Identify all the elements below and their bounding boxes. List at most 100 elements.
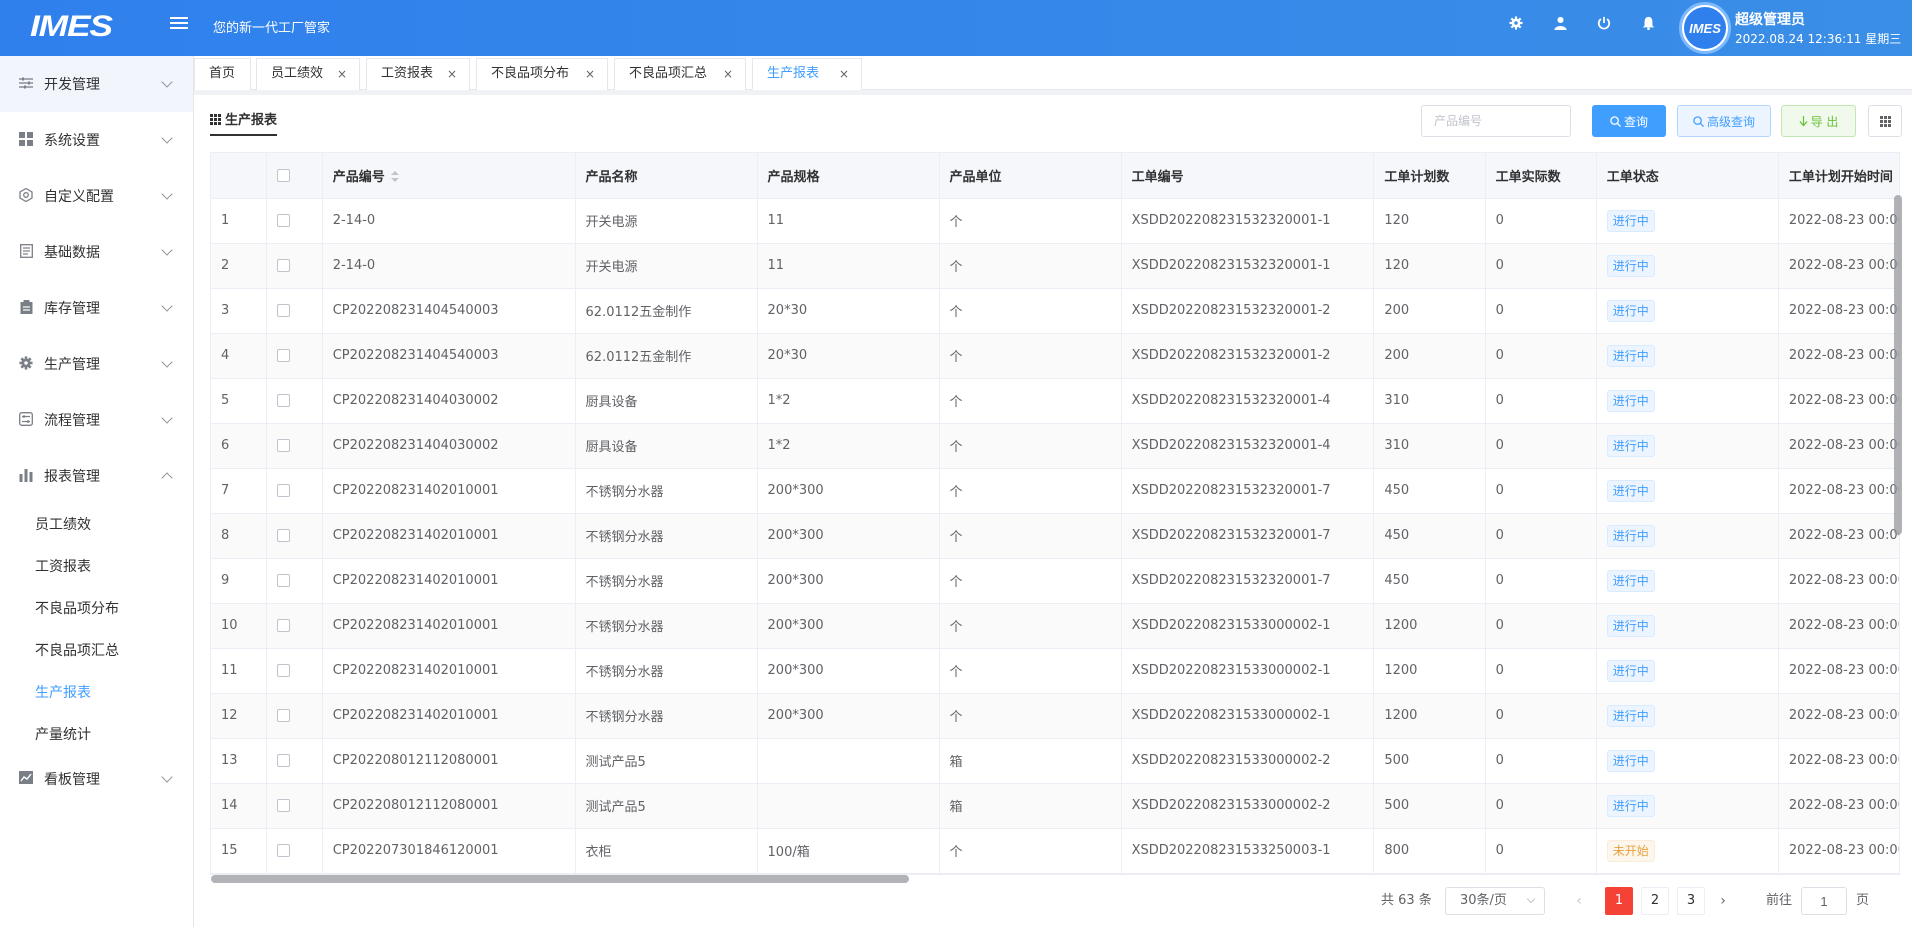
table-row[interactable]: 11 CP202208231402010001 不锈钢分水器 200*300 个 XSDD… <box>211 648 1899 694</box>
advanced-query-button[interactable]: 高级查询 <box>1677 105 1771 137</box>
sidebar-subitem-output-stats[interactable]: 产量统计 <box>0 714 193 756</box>
tab-label: 不良品项汇总 <box>629 66 708 81</box>
table-row[interactable]: 8 CP202208231402010001 不锈钢分水器 200*300 个 XSDD2… <box>211 513 1899 559</box>
close-icon[interactable]: × <box>447 59 457 89</box>
row-checkbox[interactable] <box>277 664 291 677</box>
row-checkbox[interactable] <box>277 394 291 407</box>
sidebar-subitem-employee-performance[interactable]: 员工绩效 <box>0 504 193 546</box>
next-page-button[interactable]: › <box>1713 887 1733 915</box>
table-row[interactable]: 2 2-14-0 开关电源 11 个 XSDD202208231532320001-1 12… <box>211 243 1899 289</box>
row-checkbox[interactable] <box>277 439 291 452</box>
gear-icon[interactable] <box>1507 16 1525 34</box>
query-button[interactable]: 查询 <box>1592 105 1666 137</box>
row-checkbox[interactable] <box>277 574 291 587</box>
table-row[interactable]: 5 CP202208231404030002 厨具设备 1*2 个 XSDD2022082… <box>211 378 1899 424</box>
planned-qty-cell: 120 <box>1373 243 1486 289</box>
table-row[interactable]: 12 CP202208231402010001 不锈钢分水器 200*300 个 XSDD… <box>211 693 1899 739</box>
tab-salary-report[interactable]: 工资报表 × <box>366 58 470 90</box>
close-icon[interactable]: × <box>337 59 347 89</box>
gear-icon <box>18 356 34 372</box>
product-unit-cell: 个 <box>939 333 1122 379</box>
table-row[interactable]: 10 CP202208231402010001 不锈钢分水器 200*300 个 XSDD… <box>211 603 1899 649</box>
close-icon[interactable]: × <box>723 59 733 89</box>
table-row[interactable]: 9 CP202208231402010001 不锈钢分水器 200*300 个 XSDD2… <box>211 558 1899 604</box>
table-row[interactable]: 3 CP202208231404540003 62.0112五金制作 20*30 个 XS… <box>211 288 1899 334</box>
product-code-cell: CP202208231402010001 <box>322 513 576 559</box>
status-badge: 未开始 <box>1606 839 1655 862</box>
sidebar-item-production[interactable]: 生产管理 <box>0 336 193 392</box>
table-row[interactable]: 6 CP202208231404030002 厨具设备 1*2 个 XSDD2022082… <box>211 423 1899 469</box>
sort-icon[interactable] <box>1898 170 1899 183</box>
tab-production-report[interactable]: 生产报表 × <box>752 58 862 90</box>
table-row[interactable]: 1 2-14-0 开关电源 11 个 XSDD20220823153232000​1-1 1… <box>211 198 1899 244</box>
vertical-scrollbar[interactable] <box>1894 195 1902 535</box>
column-header-product-code[interactable]: 产品编号 <box>322 153 576 199</box>
tab-employee-performance[interactable]: 员工绩效 × <box>256 58 360 90</box>
status-cell: 进行中 <box>1596 603 1779 649</box>
avatar[interactable]: IMES <box>1679 2 1731 54</box>
row-checkbox[interactable] <box>277 709 291 722</box>
row-checkbox[interactable] <box>277 754 291 767</box>
row-checkbox[interactable] <box>277 349 291 362</box>
work-order-no-cell: XSDD202208231533000002-1 <box>1121 603 1375 649</box>
product-name-cell: 开关电源 <box>575 198 758 244</box>
sort-icon[interactable] <box>390 170 399 183</box>
row-checkbox[interactable] <box>277 799 291 812</box>
row-checkbox[interactable] <box>277 529 291 542</box>
page-1-button[interactable]: 1 <box>1605 887 1633 915</box>
sidebar-subitem-defect-distribution[interactable]: 不良品项分布 <box>0 588 193 630</box>
page-3-button[interactable]: 3 <box>1677 887 1705 915</box>
tab-defect-distribution[interactable]: 不良品项分布 × <box>476 58 608 90</box>
power-icon[interactable] <box>1595 16 1613 34</box>
row-checkbox[interactable] <box>277 844 291 857</box>
horizontal-scrollbar[interactable] <box>211 875 909 883</box>
goto-page-input[interactable] <box>1801 887 1847 915</box>
sidebar-item-flow[interactable]: 流程管理 <box>0 392 193 448</box>
total-count: 共 63 条 <box>1381 893 1432 908</box>
row-index-cell: 5 <box>211 378 268 424</box>
sidebar-subitem-salary-report[interactable]: 工资报表 <box>0 546 193 588</box>
close-icon[interactable]: × <box>839 59 849 89</box>
table-row[interactable]: 13 CP202208012112080001 测试产品5 箱 XSDD20220823… <box>211 738 1899 784</box>
product-name-cell: 不锈钢分水器 <box>575 603 758 649</box>
close-icon[interactable]: × <box>585 59 595 89</box>
sidebar-item-basedata[interactable]: 基础数据 <box>0 224 193 280</box>
row-checkbox[interactable] <box>277 619 291 632</box>
row-checkbox[interactable] <box>277 214 291 227</box>
sidebar-item-custom[interactable]: 自定义配置 <box>0 168 193 224</box>
tab-home[interactable]: 首页 <box>194 58 251 90</box>
select-all-checkbox[interactable] <box>277 168 291 182</box>
bell-icon[interactable] <box>1639 16 1657 34</box>
product-name-cell: 不锈钢分水器 <box>575 513 758 559</box>
row-checkbox[interactable] <box>277 304 291 317</box>
planned-start-cell: 2022-08-23 00:00:00 <box>1778 198 1899 244</box>
sidebar-subitem-defect-summary[interactable]: 不良品项汇总 <box>0 630 193 672</box>
row-select-cell <box>266 693 323 739</box>
table-row[interactable]: 14 CP202208012112080001 测试产品5 箱 XSDD20220823… <box>211 783 1899 829</box>
menu-toggle-icon[interactable] <box>170 14 188 32</box>
row-checkbox[interactable] <box>277 484 291 497</box>
product-code-search-input[interactable] <box>1421 105 1571 137</box>
export-button[interactable]: 导 出 <box>1781 105 1856 137</box>
advanced-query-label: 高级查询 <box>1706 114 1755 129</box>
sidebar-item-dashboard[interactable]: 看板管理 <box>0 756 193 802</box>
page-size-select[interactable]: 30条/页 <box>1445 887 1545 915</box>
page-title: 生产报表 <box>210 109 278 136</box>
page-2-button[interactable]: 2 <box>1641 887 1669 915</box>
sidebar-item-reports[interactable]: 报表管理 <box>0 448 193 504</box>
table-row[interactable]: 15 CP202207301846120001 衣柜 100/箱个 XSDD202208… <box>211 828 1899 874</box>
column-header-planned-start[interactable]: 工单计划开始时间 <box>1778 153 1899 199</box>
tab-defect-summary[interactable]: 不良品项汇总 × <box>614 58 746 90</box>
row-checkbox[interactable] <box>277 259 291 272</box>
sidebar-subitem-production-report[interactable]: 生产报表 <box>0 672 193 714</box>
product-unit-cell: 个 <box>939 513 1122 559</box>
column-settings-button[interactable] <box>1868 105 1902 137</box>
table-row[interactable]: 4 CP202208231404540003 62.0112五金制作 20*30 个 XS… <box>211 333 1899 379</box>
user-icon[interactable] <box>1551 16 1569 34</box>
prev-page-button[interactable]: ‹ <box>1569 887 1589 915</box>
sidebar-item-inventory[interactable]: 库存管理 <box>0 280 193 336</box>
sidebar-item-system[interactable]: 系统设置 <box>0 112 193 168</box>
sidebar-item-dev[interactable]: 开发管理 <box>0 56 193 112</box>
table-row[interactable]: 7 CP202208231402010001 不锈钢分水器 200*300 个 XSDD2… <box>211 468 1899 514</box>
status-cell: 进行中 <box>1596 333 1779 379</box>
